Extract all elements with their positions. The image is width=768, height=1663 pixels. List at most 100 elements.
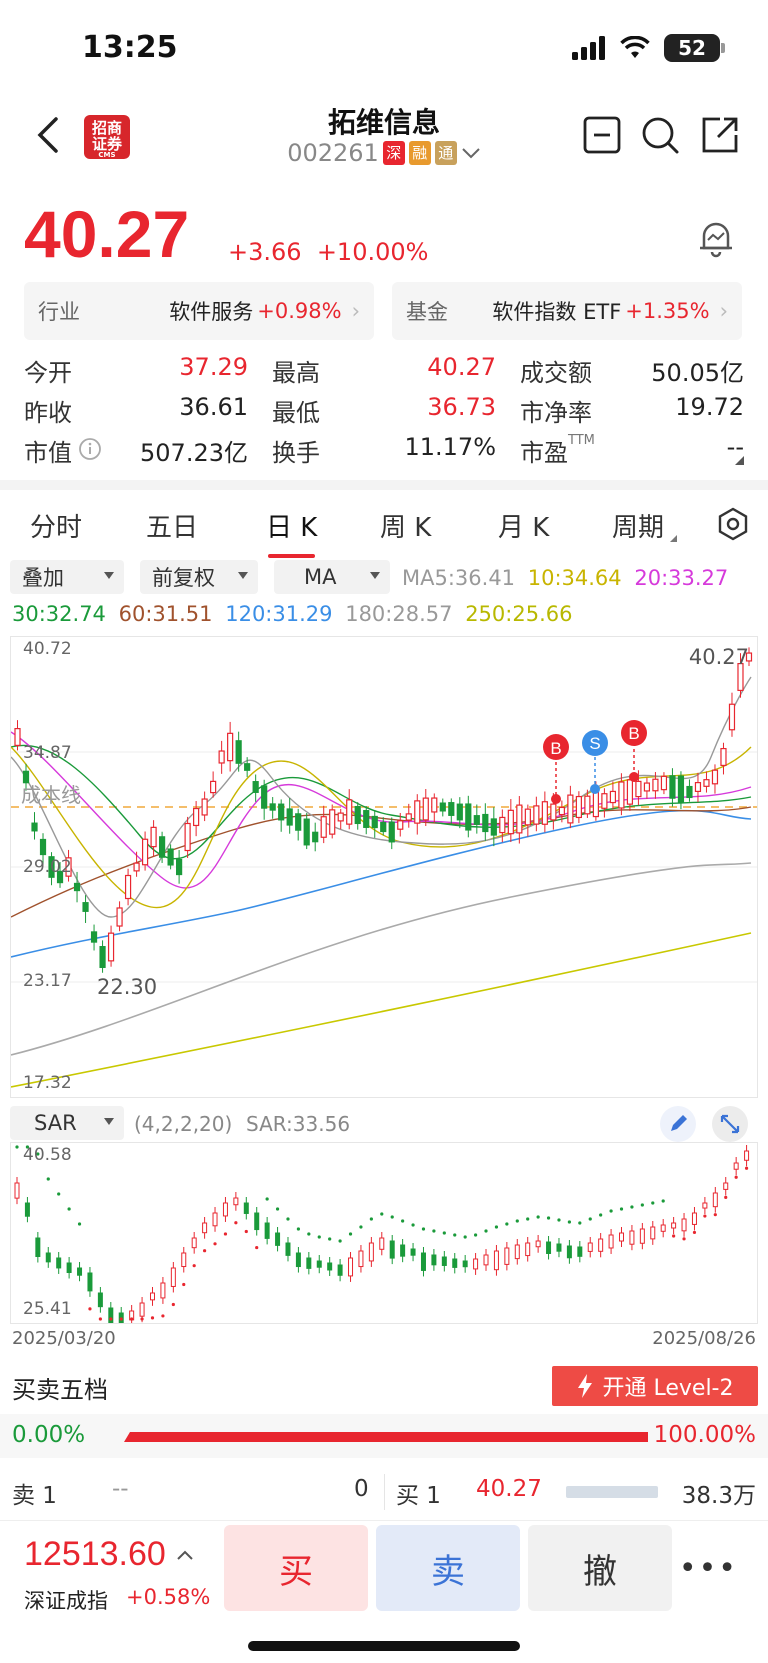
sar-dot (46, 1177, 50, 1181)
candle-body (176, 858, 183, 876)
candle-body (618, 781, 625, 809)
sar-dot (213, 1242, 217, 1246)
expand-corner-icon[interactable] (735, 456, 744, 465)
sar-candle-body (462, 1260, 468, 1268)
candle-body (558, 806, 565, 816)
candle-body (677, 775, 685, 803)
candle-body (686, 785, 693, 799)
minimize-icon[interactable] (582, 115, 622, 155)
sar-candle-body (306, 1257, 312, 1269)
settings-gear-icon[interactable] (716, 507, 750, 541)
candle-body (550, 803, 557, 821)
buy-sell-ratio: 0.00% 100.00% (0, 1414, 768, 1458)
sell-button[interactable]: 卖 (376, 1525, 520, 1611)
sar-dot (453, 1233, 457, 1237)
cancel-order-button[interactable]: 撤 (528, 1525, 672, 1611)
candle-body (490, 818, 497, 836)
sar-candle-body (400, 1244, 406, 1257)
candle-body (184, 822, 191, 852)
info-icon[interactable] (78, 437, 102, 461)
sar-header: SAR (4,2,2,20) SAR:33.56 (10, 1104, 758, 1142)
sar-dot (505, 1222, 509, 1226)
tab-weekly-k[interactable]: 周 K (380, 507, 431, 544)
candle-body (473, 815, 480, 825)
sar-candle-body (212, 1212, 218, 1227)
search-icon[interactable] (640, 115, 680, 155)
sar-candle-body (441, 1256, 447, 1266)
candle-body (516, 804, 523, 834)
more-icon[interactable]: ••• (679, 1551, 738, 1586)
kline-chart[interactable]: B S B 40.72 34.87 29.02 23.17 17.32 40.2… (10, 636, 758, 1098)
sar-y-bottom: 25.41 (23, 1299, 72, 1319)
tab-monthly-k[interactable]: 月 K (498, 507, 549, 544)
ma-legend-row1: MA5:36.41 10:34.64 20:33.27 (402, 566, 729, 590)
sar-candle-body (671, 1222, 677, 1229)
sar-dot (275, 1207, 280, 1211)
trade-marker-buy-2[interactable]: B (621, 720, 647, 782)
sar-candle-body (639, 1228, 645, 1244)
sar-dot (567, 1220, 571, 1224)
sar-dot (432, 1229, 436, 1233)
sar-candle-body (514, 1244, 520, 1260)
sar-dot (255, 1245, 259, 1250)
level2-button[interactable]: 开通 Level-2 (552, 1366, 758, 1406)
sar-candle-body (493, 1250, 499, 1271)
indicator-dropdown[interactable]: MA (274, 560, 390, 594)
candle-body (575, 795, 582, 819)
tab-period[interactable]: 周期 (612, 507, 664, 544)
fund-sector[interactable]: 基金 软件指数 ETF +1.35% › (392, 282, 742, 340)
candle-body (524, 808, 531, 826)
sar-dot (599, 1213, 603, 1217)
fullscreen-icon[interactable] (712, 1106, 748, 1142)
bottom-toolbar: 12513.60 深证成指 +0.58% 买 卖 撤 ••• (0, 1520, 768, 1663)
sar-dot (130, 1317, 134, 1321)
sar-dot (109, 1317, 113, 1321)
tab-five-day[interactable]: 五日 (146, 507, 198, 544)
sar-candle-body (608, 1234, 614, 1249)
stock-header: 招商证券 CMS 拓维信息 002261 深 融 通 (0, 95, 768, 185)
candle-body (703, 779, 710, 787)
sar-svg (14, 1145, 750, 1323)
share-icon[interactable] (700, 115, 740, 155)
sar-candle-body (295, 1252, 301, 1268)
edit-pen-icon[interactable] (660, 1106, 696, 1142)
buy-button[interactable]: 买 (224, 1525, 368, 1611)
sar-dot (734, 1175, 738, 1179)
sar-candle-body (275, 1232, 281, 1246)
sar-dot (578, 1221, 582, 1225)
overlay-dropdown[interactable]: 叠加 (10, 560, 124, 594)
trade-marker-buy-1[interactable]: B (543, 734, 569, 804)
sar-dot (307, 1232, 311, 1236)
wifi-icon (620, 36, 650, 58)
candle-body (99, 946, 106, 968)
candle-body (601, 793, 608, 809)
sar-dot (484, 1229, 488, 1233)
sar-chart[interactable]: 40.58 25.41 (10, 1142, 758, 1324)
candle-body (346, 799, 353, 825)
sar-dot (546, 1216, 551, 1220)
candle-body (133, 862, 140, 872)
min-price-label: 22.30 (97, 975, 158, 999)
sar-candle-body (56, 1257, 62, 1269)
section-divider (0, 480, 768, 490)
adjust-dropdown[interactable]: 前复权 (140, 560, 258, 594)
clock: 13:25 (82, 30, 178, 65)
candle-body (711, 769, 719, 785)
sar-candle-body (587, 1242, 593, 1252)
candle-body (73, 882, 81, 892)
y-label-2: 34.87 (23, 743, 72, 763)
candle-body (431, 797, 438, 813)
candle-body (303, 818, 310, 846)
sar-dot (223, 1232, 228, 1236)
candle-body (380, 821, 387, 833)
quote-stats: 今开 37.29 最高 40.27 成交额 50.05亿 昨收 36.61 最低 36.7… (24, 352, 744, 467)
candle-body (39, 838, 47, 856)
tab-daily-k[interactable]: 日 K (266, 507, 317, 558)
industry-sector[interactable]: 行业 软件服务 +0.98% › (24, 282, 374, 340)
sar-dropdown[interactable]: SAR (10, 1106, 124, 1140)
tab-intraday[interactable]: 分时 (30, 507, 82, 544)
alert-bell-icon[interactable] (696, 218, 736, 260)
sar-candle-body (598, 1238, 604, 1252)
sar-value: SAR:33.56 (246, 1112, 351, 1136)
sar-dot (609, 1209, 613, 1213)
